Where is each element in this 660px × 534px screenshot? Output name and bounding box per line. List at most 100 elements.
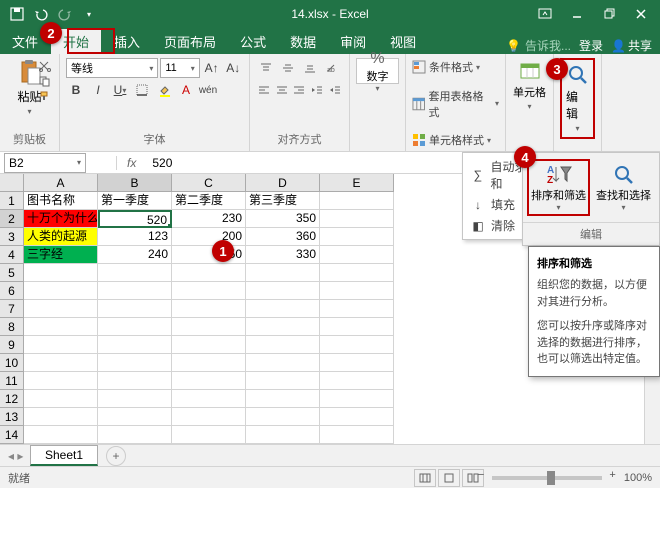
- row-header[interactable]: 14: [0, 426, 24, 444]
- select-all-corner[interactable]: [0, 174, 24, 192]
- col-header[interactable]: D: [246, 174, 320, 192]
- cell[interactable]: [24, 354, 98, 372]
- align-right-button[interactable]: [292, 80, 308, 100]
- fill-color-button[interactable]: [154, 80, 174, 100]
- row-header[interactable]: 10: [0, 354, 24, 372]
- cell[interactable]: [320, 408, 394, 426]
- cell[interactable]: [320, 228, 394, 246]
- cell[interactable]: [320, 336, 394, 354]
- row-header[interactable]: 2: [0, 210, 24, 228]
- number-format-button[interactable]: % 数字 ▾: [356, 58, 399, 84]
- cell[interactable]: [98, 336, 172, 354]
- zoom-thumb[interactable]: [547, 471, 555, 485]
- cell[interactable]: [172, 408, 246, 426]
- cell[interactable]: [24, 318, 98, 336]
- cell[interactable]: 240: [98, 246, 172, 264]
- cell[interactable]: [246, 336, 320, 354]
- cell-grid[interactable]: 图书名称第一季度第二季度第三季度十万个为什么520230350人类的起源1232…: [24, 192, 394, 444]
- cell[interactable]: 123: [98, 228, 172, 246]
- cell[interactable]: [320, 282, 394, 300]
- cell[interactable]: [246, 282, 320, 300]
- cell[interactable]: [24, 300, 98, 318]
- cell[interactable]: [246, 300, 320, 318]
- orientation-button[interactable]: ab: [322, 58, 342, 78]
- cell[interactable]: [172, 372, 246, 390]
- cell[interactable]: [320, 192, 394, 210]
- row-header[interactable]: 13: [0, 408, 24, 426]
- cell[interactable]: [172, 264, 246, 282]
- fx-icon[interactable]: fx: [116, 156, 146, 170]
- cell[interactable]: [320, 372, 394, 390]
- sheet-nav-arrows[interactable]: ◂ ▸: [8, 449, 23, 463]
- cell[interactable]: 360: [246, 228, 320, 246]
- col-header[interactable]: C: [172, 174, 246, 192]
- close-button[interactable]: [626, 2, 656, 26]
- cell[interactable]: [24, 426, 98, 444]
- cell[interactable]: 250: [172, 246, 246, 264]
- page-layout-view-button[interactable]: [438, 469, 460, 487]
- cell[interactable]: [98, 426, 172, 444]
- name-box[interactable]: B2▾: [4, 153, 86, 173]
- cell[interactable]: [320, 318, 394, 336]
- cell[interactable]: [172, 336, 246, 354]
- cell[interactable]: [98, 318, 172, 336]
- tell-me[interactable]: 💡 告诉我...: [506, 37, 571, 54]
- cell[interactable]: [24, 282, 98, 300]
- cell[interactable]: 第一季度: [98, 192, 172, 210]
- row-header[interactable]: 3: [0, 228, 24, 246]
- cell[interactable]: 人类的起源: [24, 228, 98, 246]
- cell[interactable]: 第三季度: [246, 192, 320, 210]
- row-header[interactable]: 4: [0, 246, 24, 264]
- cell[interactable]: [98, 300, 172, 318]
- cell[interactable]: [24, 390, 98, 408]
- col-header[interactable]: B: [98, 174, 172, 192]
- row-header[interactable]: 12: [0, 390, 24, 408]
- add-sheet-button[interactable]: +: [106, 446, 126, 466]
- cell[interactable]: [246, 318, 320, 336]
- border-button[interactable]: [132, 80, 152, 100]
- cell[interactable]: [24, 372, 98, 390]
- row-header[interactable]: 8: [0, 318, 24, 336]
- login-link[interactable]: 登录: [579, 37, 603, 54]
- cell[interactable]: 十万个为什么: [24, 210, 98, 228]
- cell[interactable]: [320, 210, 394, 228]
- sort-filter-button[interactable]: AZ 排序和筛选 ▾: [527, 159, 590, 216]
- align-center-button[interactable]: [274, 80, 290, 100]
- zoom-level[interactable]: 100%: [624, 472, 652, 484]
- cell[interactable]: [172, 300, 246, 318]
- phonetic-button[interactable]: wén: [198, 80, 218, 100]
- italic-button[interactable]: I: [88, 80, 108, 100]
- cell[interactable]: [320, 300, 394, 318]
- cell-style-button[interactable]: 单元格样式▾: [412, 131, 499, 149]
- tab-data[interactable]: 数据: [278, 28, 328, 54]
- zoom-slider[interactable]: [492, 476, 602, 480]
- save-button[interactable]: [6, 3, 28, 25]
- qat-more-icon[interactable]: ▾: [78, 3, 100, 25]
- tab-layout[interactable]: 页面布局: [152, 28, 228, 54]
- minimize-button[interactable]: [562, 2, 592, 26]
- share-button[interactable]: 👤 共享: [611, 37, 652, 54]
- row-header[interactable]: 6: [0, 282, 24, 300]
- cut-button[interactable]: [38, 60, 56, 74]
- restore-button[interactable]: [594, 2, 624, 26]
- cell[interactable]: [98, 408, 172, 426]
- cell[interactable]: [172, 282, 246, 300]
- cell[interactable]: [24, 336, 98, 354]
- table-format-button[interactable]: 套用表格格式▾: [412, 95, 499, 113]
- bold-button[interactable]: B: [66, 80, 86, 100]
- cell[interactable]: [320, 390, 394, 408]
- font-color-button[interactable]: A: [176, 80, 196, 100]
- cell[interactable]: [172, 426, 246, 444]
- cell[interactable]: [172, 390, 246, 408]
- cell[interactable]: 330: [246, 246, 320, 264]
- cell[interactable]: [320, 246, 394, 264]
- align-middle-button[interactable]: [278, 58, 298, 78]
- align-left-button[interactable]: [256, 80, 272, 100]
- cell[interactable]: 200: [172, 228, 246, 246]
- ribbon-options-icon[interactable]: [530, 2, 560, 26]
- format-painter-button[interactable]: [38, 90, 56, 104]
- row-header[interactable]: 1: [0, 192, 24, 210]
- find-select-button[interactable]: 查找和选择 ▾: [592, 159, 655, 216]
- cell[interactable]: [172, 318, 246, 336]
- row-header[interactable]: 7: [0, 300, 24, 318]
